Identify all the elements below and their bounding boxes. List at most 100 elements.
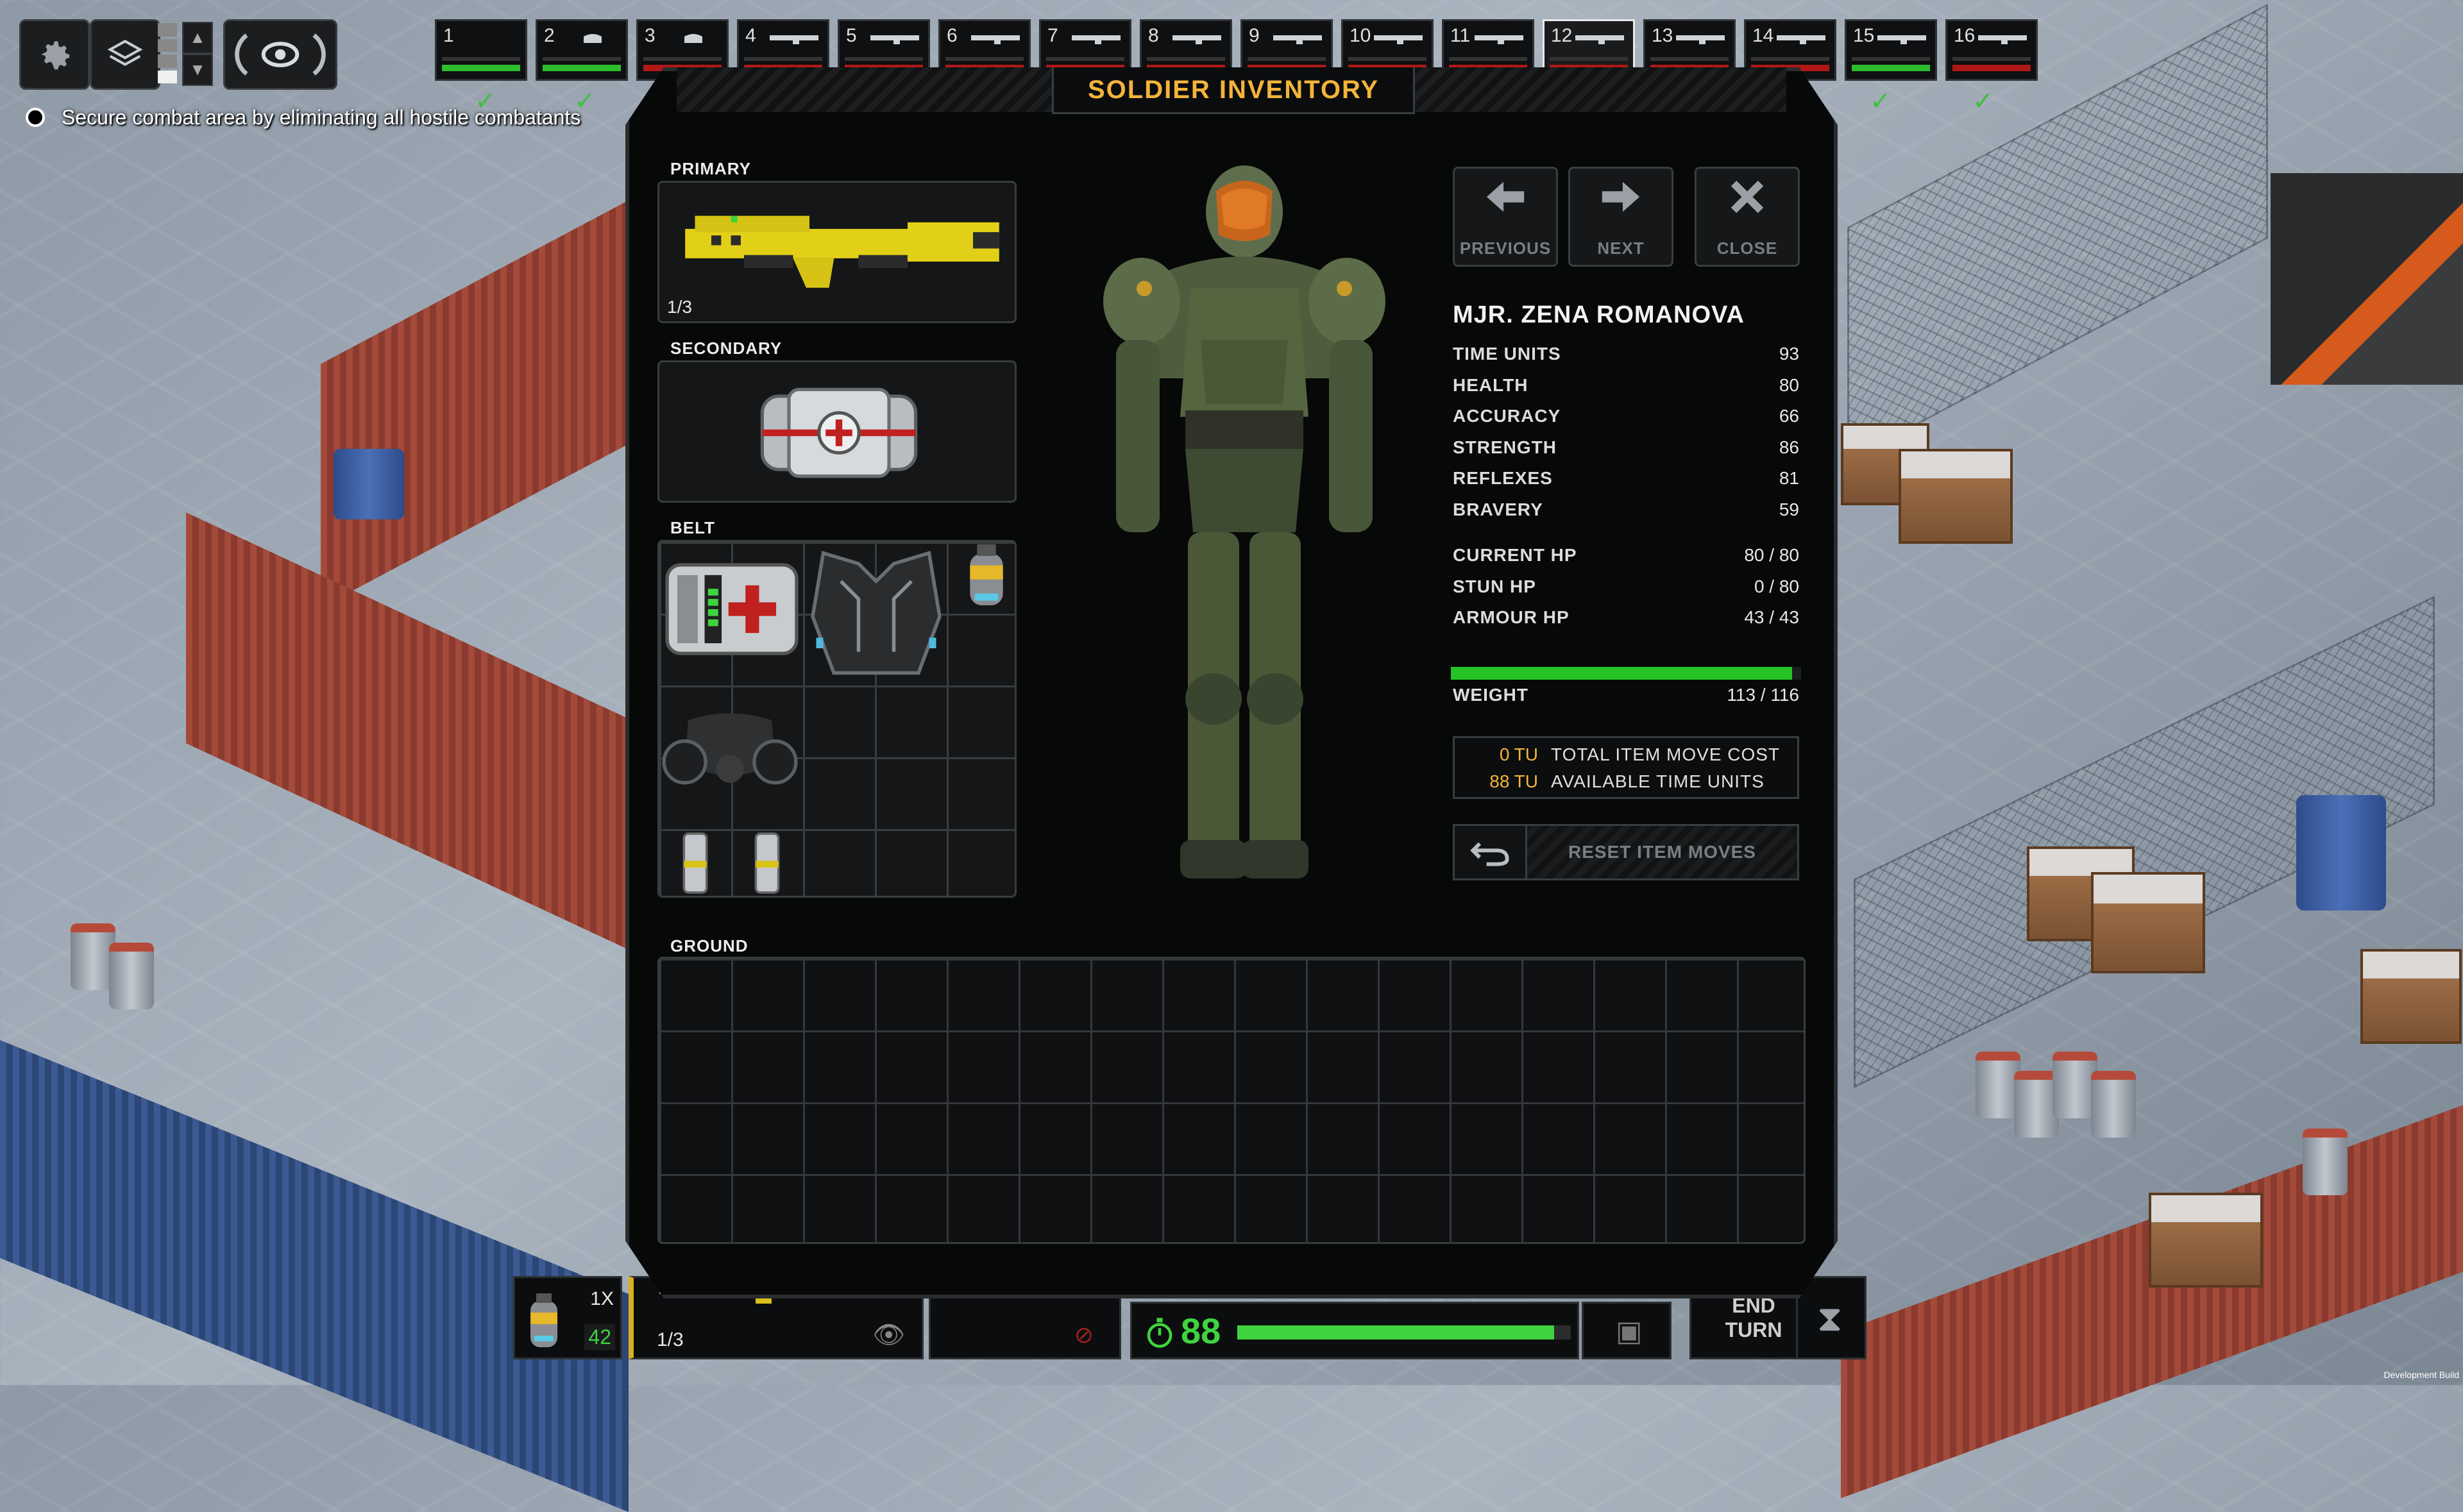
rifle-icon (870, 35, 919, 44)
soldier-tab-number: 13 (1652, 25, 1673, 46)
soldier-tab-number: 15 (1853, 25, 1875, 46)
previous-label: PREVIOUS (1459, 239, 1552, 258)
time-units-value: 88 (1181, 1311, 1221, 1351)
soldier-tu-bar (845, 57, 923, 61)
rifle-icon (1777, 35, 1825, 44)
soldier-tu-bar (1449, 57, 1527, 61)
grenade-slot[interactable]: 1X 42 (513, 1276, 622, 1359)
crate (2091, 872, 2205, 973)
weight-row: WEIGHT 113 / 116 (1453, 685, 1799, 710)
soldier-tab-number: 14 (1752, 25, 1774, 46)
objective-text: Secure combat area by eliminating all ho… (62, 105, 581, 129)
grenade-icon (530, 1293, 557, 1347)
next-soldier-button[interactable]: NEXT (1568, 167, 1673, 267)
inventory-title: SOLDIER INVENTORY (1087, 75, 1380, 104)
stat-label: CURRENT HP (1453, 545, 1577, 565)
tu-bar-fill (1237, 1325, 1554, 1340)
gas-mask-icon[interactable] (659, 710, 800, 793)
weight-bar (1451, 667, 1801, 680)
ground-grid[interactable] (657, 957, 1806, 1244)
rifle-icon (1273, 35, 1322, 44)
ammo-clip-icon[interactable] (676, 829, 715, 897)
body-armor-vest-icon[interactable] (806, 546, 947, 680)
soldier-tab-number: 11 (1450, 25, 1471, 46)
stat-label: REFLEXES (1453, 468, 1553, 488)
check-icon: ✓ (1972, 87, 1994, 115)
gear-icon (41, 41, 70, 70)
stat-value: 43 / 43 (1744, 607, 1799, 627)
stat-row-reflexes: REFLEXES 81 (1453, 468, 1799, 494)
chevron-up-icon: ▲ (189, 28, 206, 47)
soldier-tu-bar (1046, 57, 1124, 61)
reset-item-moves-button[interactable]: RESET ITEM MOVES (1453, 824, 1799, 880)
soldier-tu-bar (1248, 57, 1326, 61)
rifle-icon (1575, 35, 1624, 44)
aim-eye-icon[interactable]: 👁 (872, 1320, 905, 1350)
kneel-button[interactable]: ▣ (1582, 1302, 1672, 1359)
close-icon (1731, 180, 1764, 214)
rotate-camera-button[interactable] (223, 19, 337, 90)
barrel (2303, 1129, 2348, 1195)
map-layer-button[interactable] (90, 19, 160, 90)
medkit-icon (760, 387, 918, 478)
belt-label: BELT (670, 518, 715, 537)
inventory-header: SOLDIER INVENTORY (625, 67, 1838, 114)
stat-row-health: HEALTH 80 (1453, 375, 1799, 401)
soldier-armor-figure (1103, 165, 1385, 878)
close-label: CLOSE (1716, 239, 1778, 258)
settings-button[interactable] (19, 19, 90, 90)
stat-label: BRAVERY (1453, 499, 1543, 519)
stat-label: STUN HP (1453, 576, 1536, 596)
soldier-tu-bar (1147, 57, 1225, 61)
stat-row-stun-hp: STUN HP 0 / 80 (1453, 576, 1799, 602)
stat-label: ARMOUR HP (1453, 607, 1570, 627)
soldier-health-bar (442, 65, 520, 71)
wait-button[interactable]: ⧗ (1796, 1276, 1866, 1359)
soldier-tu-bar (1550, 57, 1628, 61)
stat-row-bravery: BRAVERY 59 (1453, 500, 1799, 525)
secondary-slot[interactable] (657, 360, 1017, 503)
arrow-left-icon (1486, 181, 1525, 212)
reset-icon-box (1455, 826, 1527, 878)
tu-cost-box: 0 TU TOTAL ITEM MOVE COST 88 TU AVAILABL… (1453, 736, 1799, 799)
rifle-icon (1676, 35, 1725, 44)
rifle-icon (1374, 35, 1423, 44)
rifle-icon (770, 35, 818, 44)
blue-tank (334, 449, 404, 519)
primary-weapon-slot[interactable]: 1/3 (657, 181, 1017, 323)
soldier-tab-1[interactable]: 1 (435, 19, 527, 81)
armor-icon (684, 34, 702, 43)
soldier-health-bar (1952, 65, 2031, 71)
grenade-icon[interactable] (961, 542, 1012, 612)
red-container-wall (321, 200, 629, 608)
soldier-tab-15[interactable]: 15 (1845, 19, 1937, 81)
belt-grid[interactable] (657, 540, 1017, 898)
map-level-indicator[interactable] (158, 23, 177, 83)
primary-label: PRIMARY (670, 159, 751, 178)
soldier-health-bar (543, 65, 621, 71)
level-down-button[interactable]: ▼ (182, 54, 213, 86)
level-up-button[interactable]: ▲ (182, 22, 213, 54)
close-inventory-button[interactable]: CLOSE (1695, 167, 1800, 267)
header-strip-left (677, 67, 1052, 112)
available-tu-label: AVAILABLE TIME UNITS (1551, 771, 1765, 791)
armor-icon (584, 34, 602, 43)
stat-label: ACCURACY (1453, 406, 1561, 426)
medkit-large-icon[interactable] (663, 555, 800, 664)
previous-soldier-button[interactable]: PREVIOUS (1453, 167, 1558, 267)
stat-value: 80 (1779, 374, 1799, 395)
next-label: NEXT (1597, 239, 1645, 258)
rifle-icon (971, 35, 1020, 44)
soldier-tu-bar (945, 57, 1024, 61)
soldier-tab-2[interactable]: 2 (536, 19, 628, 81)
move-cost-label: TOTAL ITEM MOVE COST (1551, 744, 1781, 764)
secondary-label: SECONDARY (670, 339, 783, 358)
soldier-name: MJR. ZENA ROMANOVA (1453, 301, 1745, 328)
soldier-tu-bar (442, 57, 520, 61)
stat-label: HEALTH (1453, 374, 1528, 395)
vehicle-ramp (2271, 173, 2463, 385)
ammo-clip-icon[interactable] (748, 829, 786, 897)
stat-value: 86 (1779, 437, 1799, 457)
soldier-tab-16[interactable]: 16 (1945, 19, 2038, 81)
rotate-view-eye-icon (235, 33, 326, 76)
